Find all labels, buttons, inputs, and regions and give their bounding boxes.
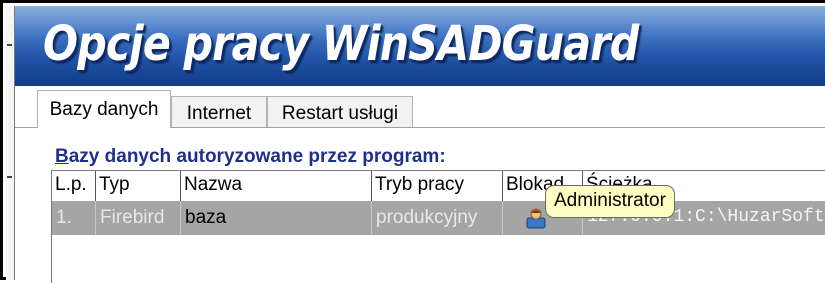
left-edge-strip	[6, 6, 15, 280]
tab-bazy-danych[interactable]: Bazy danych	[37, 90, 171, 128]
tooltip-bubble: Administrator	[545, 185, 675, 218]
edge-mark	[7, 176, 12, 178]
cell-lp: 1.	[52, 201, 96, 235]
column-header-typ[interactable]: Typ	[96, 171, 181, 201]
databases-grid[interactable]: L.p. Typ Nazwa Tryb pracy Blokad Ścieżka…	[51, 170, 825, 283]
column-header-nazwa[interactable]: Nazwa	[181, 171, 372, 201]
lock-user-icon	[526, 208, 546, 229]
cell-nazwa: baza	[181, 201, 372, 235]
tab-restart-uslugi[interactable]: Restart usługi	[267, 96, 413, 127]
tab-internet[interactable]: Internet	[171, 96, 267, 127]
tooltip: Administrator	[545, 185, 675, 218]
section-label: Bazy danych autoryzowane przez program:	[55, 146, 446, 168]
section-label-text: azy danych autoryzowane przez program:	[68, 146, 446, 167]
cell-tryb-pracy: produkcyjny	[372, 201, 503, 235]
grid-header: L.p. Typ Nazwa Tryb pracy Blokad Ścieżka	[52, 171, 825, 202]
options-panel: Bazy danych Internet Restart usługi Bazy…	[15, 86, 825, 283]
column-header-tryb-pracy[interactable]: Tryb pracy	[372, 171, 503, 201]
table-row[interactable]: 1. Firebird baza produkcyjny 127.0.0.1:C…	[52, 201, 825, 235]
title-banner: Opcje pracy WinSADGuard	[15, 6, 825, 86]
window-frame: Opcje pracy WinSADGuard Bazy danych Inte…	[0, 0, 825, 283]
cell-typ: Firebird	[96, 201, 181, 235]
tab-strip: Bazy danych Internet Restart usługi	[15, 86, 825, 128]
banner-title: Opcje pracy WinSADGuard	[43, 16, 639, 72]
edge-mark	[7, 44, 12, 46]
section-label-hotkey: B	[55, 146, 69, 167]
tooltip-text: Administrator	[554, 190, 666, 211]
column-header-lp[interactable]: L.p.	[52, 171, 96, 201]
